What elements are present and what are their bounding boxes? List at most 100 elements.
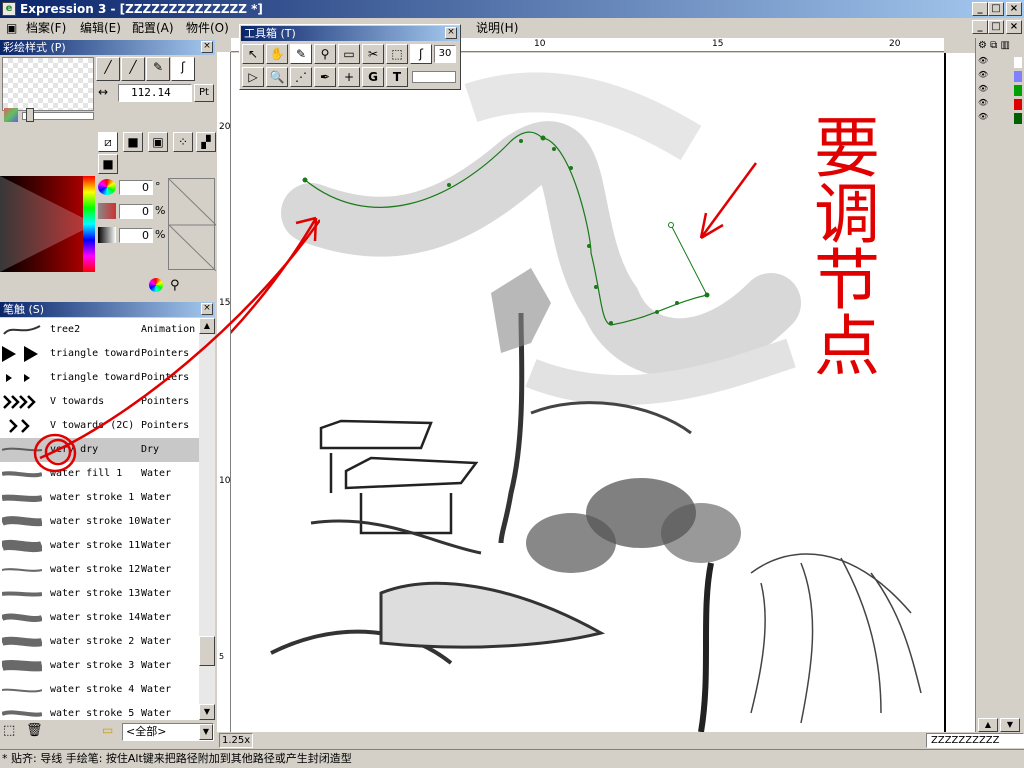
brush-list-item[interactable]: water stroke 3 Water xyxy=(0,654,199,678)
filter-dropdown-arrow[interactable]: ▼ xyxy=(199,724,213,740)
brush-list-scrollbar[interactable]: ▲ ▼ xyxy=(199,318,215,720)
layer-row[interactable]: 👁 xyxy=(976,98,1024,112)
brush-new-icon[interactable]: ⬚ xyxy=(3,723,15,738)
fill-none-button[interactable]: ⧄ xyxy=(98,132,118,152)
close-button[interactable]: × xyxy=(1006,2,1022,16)
marquee-icon[interactable]: ⬚ xyxy=(386,44,408,64)
brush-list-item[interactable]: water stroke 10 Water xyxy=(0,510,199,534)
node-edit-icon[interactable]: ⋰ xyxy=(290,67,312,87)
layer-row[interactable]: 👁 xyxy=(976,112,1024,126)
brush-panel-close-button[interactable]: × xyxy=(201,303,213,315)
brush-filter-select[interactable]: <全部> ▼ xyxy=(122,723,214,741)
fill-pattern-button[interactable]: ⁘ xyxy=(173,132,193,152)
saturation-field[interactable]: 0 xyxy=(119,204,153,219)
layer-up-button[interactable]: ▲ xyxy=(978,718,998,732)
width-unit-button[interactable]: Pt xyxy=(194,84,214,102)
fill-texture-button[interactable]: ▞ xyxy=(196,132,216,152)
hue-field[interactable]: 0 xyxy=(119,180,153,195)
text-tool-icon[interactable]: T xyxy=(386,67,408,87)
brush-category: Pointers xyxy=(141,396,190,407)
layer-row[interactable]: 👁 xyxy=(976,70,1024,84)
brush-list-item[interactable]: triangle towards Pointers xyxy=(0,342,199,366)
fill-gradient-button[interactable]: ▣ xyxy=(148,132,168,152)
hue-unit: ° xyxy=(155,180,161,193)
brush-size-field[interactable]: 30 xyxy=(434,45,456,63)
stroke-type-solid[interactable]: ╱ xyxy=(121,57,145,81)
color-wheel-icon[interactable] xyxy=(147,276,165,294)
doc-close-button[interactable]: × xyxy=(1006,20,1022,34)
brightness-field[interactable]: 0 xyxy=(119,228,153,243)
menu-edit[interactable]: 编辑(E) xyxy=(80,18,121,38)
brush-preview-icon xyxy=(0,538,44,554)
scissors-icon[interactable]: ✂ xyxy=(362,44,384,64)
layers-panel: ⚙ ⧉ ▥ xyxy=(975,38,1024,732)
brush-list-item[interactable]: very dry Dry xyxy=(0,438,199,462)
stroke-type-thin[interactable]: ╱ xyxy=(96,57,120,81)
trash-icon[interactable]: 🗑 xyxy=(26,723,43,738)
brush-list-item[interactable]: water stroke 1 Water xyxy=(0,486,199,510)
doc-minimize-button[interactable]: _ xyxy=(972,20,988,34)
red-handwritten-note: 要调节点 xyxy=(803,113,880,377)
direct-select-icon[interactable]: ▷ xyxy=(242,67,264,87)
layers-toolbar-icons[interactable]: ⚙ ⧉ ▥ xyxy=(978,40,1023,54)
opacity-slider-thumb[interactable] xyxy=(26,108,34,122)
stroke-type-brush[interactable]: ʃ xyxy=(171,57,195,81)
menu-object[interactable]: 物件(O) xyxy=(186,18,229,38)
color-picker[interactable] xyxy=(0,176,95,272)
brush-list-item[interactable]: triangle towards Pointers xyxy=(0,366,199,390)
fill-solid-button[interactable]: ■ xyxy=(123,132,143,152)
layer-row[interactable]: 👁 xyxy=(976,56,1024,70)
brush-list-item[interactable]: tree2 Animation xyxy=(0,318,199,342)
zoom-level[interactable]: 1.25x xyxy=(219,733,253,748)
style-panel-close-button[interactable]: × xyxy=(201,41,213,53)
brush-list-item[interactable]: water stroke 11 Water xyxy=(0,534,199,558)
doc-restore-button[interactable]: □ xyxy=(988,20,1004,34)
menu-help[interactable]: 说明(H) xyxy=(476,18,518,38)
brush-list-item[interactable]: water stroke 13 Water xyxy=(0,582,199,606)
brush-list-item[interactable]: water stroke 4 Water xyxy=(0,678,199,702)
select-arrow-icon[interactable]: ↖ xyxy=(242,44,264,64)
zoom-icon[interactable]: 🔍 xyxy=(266,67,288,87)
layer-down-button[interactable]: ▼ xyxy=(1000,718,1020,732)
brush-category: Water xyxy=(141,492,172,503)
hand-icon[interactable]: ✋ xyxy=(266,44,288,64)
pen-tool-icon[interactable]: ✒ xyxy=(314,67,336,87)
stroke-width-field[interactable]: 112.14 xyxy=(118,84,192,102)
scroll-down-button[interactable]: ▼ xyxy=(199,704,215,720)
brush-list-item[interactable]: water stroke 5 Water xyxy=(0,702,199,720)
menu-doc-icon[interactable]: ▣ xyxy=(6,18,17,38)
color-mode-icon[interactable] xyxy=(4,108,18,122)
brush-list-item[interactable]: water stroke 2 Water xyxy=(0,630,199,654)
control-point[interactable] xyxy=(668,222,674,228)
add-point-icon[interactable]: + xyxy=(338,67,360,87)
brush-list-item[interactable]: V towards Pointers xyxy=(0,390,199,414)
eyedropper-icon[interactable]: ⚲ xyxy=(170,278,180,293)
scroll-thumb[interactable] xyxy=(199,636,215,666)
brush-list-item[interactable]: water stroke 12 Water xyxy=(0,558,199,582)
menu-arrange[interactable]: 配置(A) xyxy=(132,18,174,38)
eyedropper-tool-icon[interactable]: ⚲ xyxy=(314,44,336,64)
brush-name: water stroke 13 xyxy=(50,588,140,599)
brush-size-slider[interactable] xyxy=(412,71,456,83)
brush-list-item[interactable]: water fill 1 Water xyxy=(0,462,199,486)
minimize-button[interactable]: _ xyxy=(972,2,988,16)
hill-line xyxy=(530,401,692,435)
g-tool-icon[interactable]: G xyxy=(362,67,384,87)
brush-list-item[interactable]: water stroke 14 Water xyxy=(0,606,199,630)
hue-strip[interactable] xyxy=(83,176,95,272)
brush-list-item[interactable]: V towards (2C) Pointers xyxy=(0,414,199,438)
color-swatch-area[interactable] xyxy=(168,178,217,272)
brush-list[interactable]: tree2 Animation triangle towards Pointers tr… xyxy=(0,318,199,720)
folder-icon[interactable]: ▭ xyxy=(102,723,113,737)
drawing-canvas[interactable]: 要调节点 xyxy=(231,53,975,732)
scroll-up-button[interactable]: ▲ xyxy=(199,318,215,334)
stroke-style-icon[interactable]: ʃ xyxy=(410,44,432,64)
maximize-button[interactable]: □ xyxy=(988,2,1004,16)
rectangle-tool-icon[interactable]: ▭ xyxy=(338,44,360,64)
menu-file[interactable]: 档案(F) xyxy=(26,18,66,38)
fill-extra-button[interactable]: ■ xyxy=(98,154,118,174)
toolbox-close-button[interactable]: × xyxy=(445,27,457,39)
brush-tool-icon[interactable]: ✎ xyxy=(290,44,312,64)
stroke-type-pen[interactable]: ✎ xyxy=(146,57,170,81)
layer-row[interactable]: 👁 xyxy=(976,84,1024,98)
